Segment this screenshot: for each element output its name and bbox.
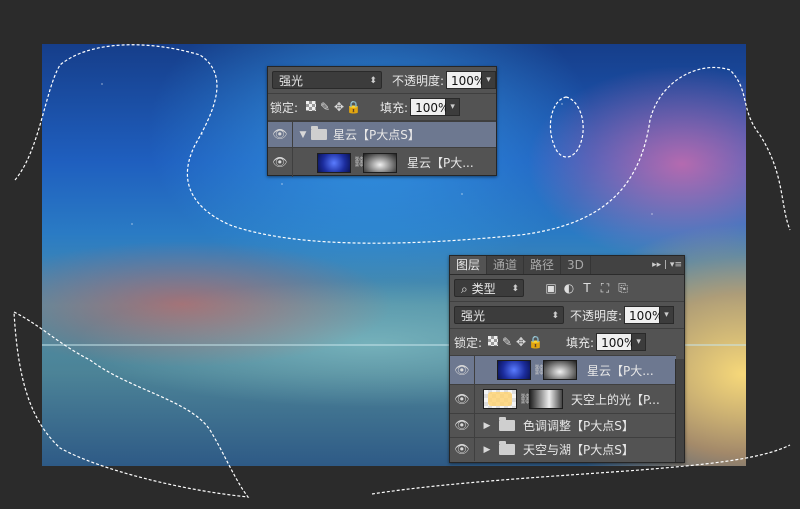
- opacity-label: 不透明度:: [391, 73, 444, 88]
- folder-icon: [311, 126, 327, 140]
- layer-name: 天空与湖【P大点S】: [523, 443, 634, 457]
- visibility-eye-icon[interactable]: 👁: [450, 356, 475, 384]
- filter-shape-icon[interactable]: ⛶: [596, 281, 614, 296]
- opacity-field[interactable]: 100%: [446, 71, 485, 89]
- link-icon[interactable]: ⛓: [519, 394, 532, 405]
- folder-icon: [499, 441, 515, 455]
- blend-mode-value: 强光: [461, 309, 486, 323]
- lock-image-pixels-icon[interactable]: ✎: [318, 100, 332, 114]
- layer-row-group[interactable]: 👁 ▼ 星云【P大点S】: [268, 121, 496, 147]
- fill-label: 填充:: [380, 100, 409, 115]
- lock-all-icon[interactable]: 🔒: [528, 335, 543, 349]
- blend-mode-dropdown[interactable]: 强光 ⬍: [272, 71, 382, 89]
- opacity-slider-button[interactable]: ▾: [482, 71, 496, 89]
- panel-menu-icon[interactable]: ▸▸ | ▾≡: [652, 256, 682, 274]
- layer-thumbnail: [483, 389, 517, 409]
- dropdown-arrows-icon: ⬍: [511, 284, 519, 294]
- visibility-eye-icon[interactable]: 👁: [268, 148, 293, 177]
- link-icon[interactable]: ⛓: [533, 365, 546, 376]
- lock-position-icon[interactable]: ✥: [514, 335, 528, 349]
- filter-smart-object-icon[interactable]: ⎘: [614, 281, 632, 296]
- layer-name: 星云【P大...: [407, 156, 474, 170]
- layer-name: 星云【P大...: [587, 363, 654, 378]
- filter-type-icon[interactable]: T: [578, 281, 596, 295]
- search-icon: ⌕: [461, 282, 468, 296]
- layers-panel: 图层 通道 路径 3D ▸▸ | ▾≡ ⌕ 类型 ⬍ ▣ ◐ T ⛶ ⎘ 强光 …: [449, 255, 685, 463]
- layer-row-group[interactable]: 👁 ▶ 天空与湖【P大点S】: [450, 437, 676, 461]
- layers-scrollbar[interactable]: [675, 359, 684, 462]
- top-layers-panel: 强光 ⬍ 不透明度: 100% ▾ 锁定: ✎ ✥ 🔒 填充: 100% ▾ 👁…: [267, 66, 497, 177]
- layer-row[interactable]: 👁 ⛓ 星云【P大...: [450, 355, 676, 384]
- lock-all-icon[interactable]: 🔒: [346, 100, 361, 114]
- layer-thumbnail: [497, 360, 531, 380]
- layer-name: 天空上的光【P...: [571, 392, 660, 407]
- filter-kind-label: 类型: [471, 282, 496, 296]
- layer-name: 色调调整【P大点S】: [523, 419, 634, 433]
- layer-row[interactable]: 👁 ⛓ 天空上的光【P...: [450, 384, 676, 413]
- visibility-eye-icon[interactable]: 👁: [268, 122, 293, 147]
- lock-label: 锁定:: [454, 335, 483, 350]
- expand-arrow-icon[interactable]: ▼: [297, 130, 309, 140]
- visibility-eye-icon[interactable]: 👁: [450, 385, 475, 413]
- visibility-eye-icon[interactable]: 👁: [450, 438, 475, 461]
- tab-channels[interactable]: 通道: [487, 256, 525, 274]
- layer-mask-thumbnail[interactable]: [543, 360, 577, 380]
- visibility-eye-icon[interactable]: 👁: [450, 414, 475, 437]
- opacity-label: 不透明度:: [570, 308, 623, 323]
- panel-tabs: 图层 通道 路径 3D ▸▸ | ▾≡: [450, 256, 684, 275]
- fill-field[interactable]: 100%: [596, 333, 635, 351]
- fill-label: 填充:: [566, 335, 595, 350]
- lock-position-icon[interactable]: ✥: [332, 100, 346, 114]
- layer-thumbnail: [317, 152, 351, 173]
- fill-slider-button[interactable]: ▾: [632, 333, 647, 351]
- lock-label: 锁定:: [270, 100, 299, 115]
- tab-paths[interactable]: 路径: [524, 256, 562, 274]
- expand-arrow-icon[interactable]: ▶: [481, 445, 493, 455]
- blend-mode-value: 强光: [279, 74, 304, 88]
- layer-mask-thumbnail[interactable]: [529, 389, 563, 409]
- layer-mask-thumbnail[interactable]: [363, 152, 397, 173]
- lock-image-pixels-icon[interactable]: ✎: [500, 335, 514, 349]
- tab-layers[interactable]: 图层: [450, 256, 488, 274]
- filter-adjustment-icon[interactable]: ◐: [560, 281, 578, 295]
- layer-name: 星云【P大点S】: [333, 128, 420, 142]
- layer-filter-dropdown[interactable]: ⌕ 类型 ⬍: [454, 279, 524, 297]
- dropdown-arrows-icon: ⬍: [369, 76, 377, 86]
- lock-transparent-pixels-icon[interactable]: [304, 100, 318, 114]
- link-icon[interactable]: ⛓: [353, 157, 366, 168]
- lock-transparent-pixels-icon[interactable]: [486, 335, 500, 349]
- layer-row-group[interactable]: 👁 ▶ 色调调整【P大点S】: [450, 413, 676, 437]
- fill-slider-button[interactable]: ▾: [446, 98, 461, 116]
- tab-3d[interactable]: 3D: [561, 256, 591, 274]
- folder-icon: [499, 417, 515, 431]
- dropdown-arrows-icon: ⬍: [551, 311, 559, 321]
- layer-row[interactable]: 👁 ⛓ 星云【P大...: [268, 147, 496, 177]
- expand-arrow-icon[interactable]: ▶: [481, 421, 493, 431]
- filter-pixel-icon[interactable]: ▣: [542, 281, 560, 295]
- fill-field[interactable]: 100%: [410, 98, 449, 116]
- opacity-field[interactable]: 100%: [624, 306, 663, 324]
- blend-mode-dropdown[interactable]: 强光 ⬍: [454, 306, 564, 324]
- opacity-slider-button[interactable]: ▾: [660, 306, 675, 324]
